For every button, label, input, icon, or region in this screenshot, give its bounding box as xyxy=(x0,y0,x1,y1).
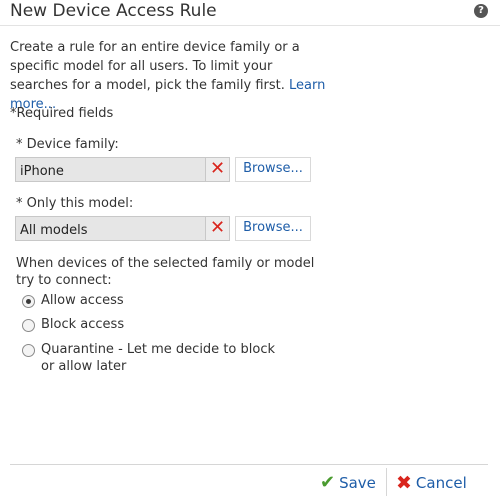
help-icon[interactable]: ? xyxy=(474,4,488,18)
device-family-value: iPhone xyxy=(20,164,64,179)
clear-device-family-icon[interactable]: ✕ xyxy=(205,158,229,181)
allow-radio[interactable] xyxy=(22,295,35,308)
footer-divider xyxy=(10,464,488,465)
device-family-label: * Device family: xyxy=(16,137,119,152)
footer-separator xyxy=(386,468,387,496)
option-quarantine[interactable]: Quarantine - Let me decide to block or a… xyxy=(22,341,281,375)
cancel-label: Cancel xyxy=(415,474,467,492)
quarantine-radio[interactable] xyxy=(22,344,35,357)
cancel-button[interactable]: ✖ Cancel xyxy=(396,472,467,494)
model-field[interactable]: All models ✕ xyxy=(15,216,230,241)
save-button[interactable]: ✔ Save xyxy=(320,472,376,493)
browse-model-button[interactable]: Browse... xyxy=(235,216,311,241)
required-note: *Required fields xyxy=(10,106,114,121)
quarantine-label: Quarantine - Let me decide to block or a… xyxy=(41,342,275,374)
connect-question: When devices of the selected family or m… xyxy=(16,256,315,288)
cancel-x-icon: ✖ xyxy=(396,472,412,494)
browse-family-button[interactable]: Browse... xyxy=(235,157,311,182)
option-block-access[interactable]: Block access xyxy=(22,316,281,333)
clear-model-icon[interactable]: ✕ xyxy=(205,217,229,240)
dialog-title: New Device Access Rule xyxy=(10,1,217,21)
model-label: * Only this model: xyxy=(16,196,134,211)
option-allow-access[interactable]: Allow access xyxy=(22,292,281,309)
save-label: Save xyxy=(339,473,376,492)
description-text: Create a rule for an entire device famil… xyxy=(10,40,300,93)
model-value: All models xyxy=(20,223,88,238)
title-divider xyxy=(0,25,500,26)
device-family-field[interactable]: iPhone ✕ xyxy=(15,157,230,182)
description: Create a rule for an entire device famil… xyxy=(10,38,330,114)
block-radio[interactable] xyxy=(22,319,35,332)
checkmark-icon: ✔ xyxy=(320,472,336,493)
allow-label: Allow access xyxy=(41,293,124,308)
block-label: Block access xyxy=(41,317,125,332)
